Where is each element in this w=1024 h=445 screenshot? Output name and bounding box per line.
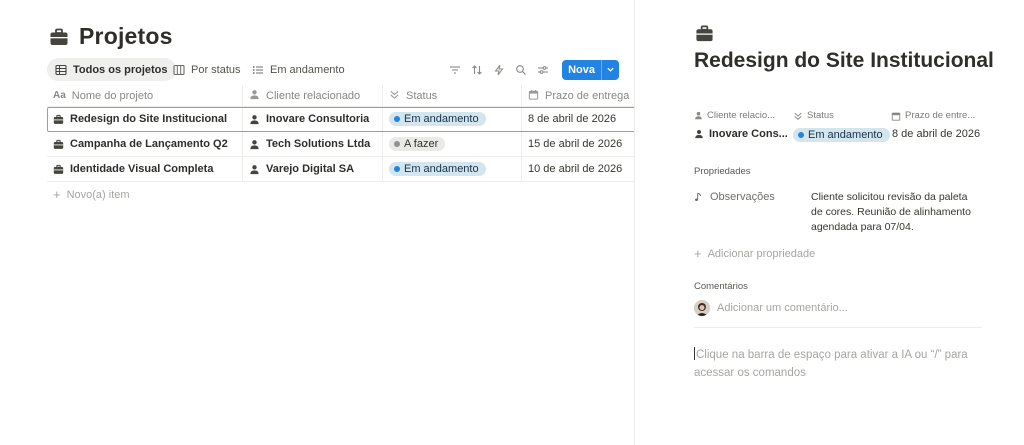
title-icon: Aa (53, 90, 66, 101)
sort-icon[interactable] (470, 63, 484, 77)
cell-status[interactable]: Em andamento (383, 107, 522, 131)
briefcase-icon (53, 114, 64, 124)
table-row[interactable]: Identidade Visual Completa Varejo Digita… (47, 157, 634, 182)
property-headers: Cliente relacio... Status Prazo de entre… (694, 110, 994, 124)
property-value-due[interactable]: 8 de abril de 2026 (892, 128, 980, 140)
comment-input[interactable]: Adicionar um comentário... (694, 300, 848, 316)
detail-panel: Redesign do Site Institucional Cliente r… (634, 0, 1024, 445)
cell-client[interactable]: Tech Solutions Ltda (243, 132, 383, 156)
tab-em-andamento[interactable]: Em andamento (244, 58, 353, 81)
observacoes-value[interactable]: Cliente solicitou revisão da paleta de c… (811, 190, 981, 235)
property-header-client[interactable]: Cliente relacio... (694, 110, 775, 121)
filter-icon[interactable] (448, 63, 462, 77)
cell-status[interactable]: Em andamento (383, 157, 522, 181)
divider (694, 327, 982, 328)
property-values: Inovare Cons... Em andamento 8 de abril … (694, 128, 994, 144)
column-header-client[interactable]: Cliente relacionado (243, 85, 383, 106)
plus-icon: + (53, 187, 61, 202)
property-value-client[interactable]: Inovare Cons... (694, 128, 788, 140)
page-header: Projetos (49, 23, 173, 50)
property-header-status[interactable]: Status (793, 110, 834, 121)
status-badge: Em andamento (389, 162, 486, 176)
tab-label: Em andamento (270, 63, 345, 76)
tab-por-status[interactable]: Por status (165, 58, 249, 81)
briefcase-icon (53, 139, 64, 149)
search-icon[interactable] (514, 63, 528, 77)
avatar (694, 300, 710, 316)
page-body-editor[interactable]: Clique na barra de espaço para ativar a … (694, 346, 984, 382)
add-property-button[interactable]: + Adicionar propriedade (694, 246, 815, 261)
page-title: Projetos (79, 23, 173, 49)
cell-client[interactable]: Inovare Consultoria (243, 107, 383, 131)
person-icon (695, 130, 703, 139)
automation-icon[interactable] (492, 63, 506, 77)
list-icon (252, 65, 263, 74)
property-observacoes[interactable]: Observações (694, 191, 775, 203)
person-icon (250, 164, 259, 174)
tab-todos-os-projetos[interactable]: Todos os projetos (47, 58, 176, 81)
status-badge: A fazer (389, 137, 446, 151)
comment-placeholder: Adicionar um comentário... (717, 302, 848, 314)
table-row[interactable]: Redesign do Site Institucional Inovare C… (47, 107, 634, 132)
ai-hint-text: Clique na barra de espaço para ativar a … (694, 349, 968, 379)
property-value-status[interactable]: Em andamento (793, 128, 890, 142)
person-icon (250, 114, 259, 124)
new-button[interactable]: Nova (562, 59, 619, 80)
cell-client[interactable]: Varejo Digital SA (243, 157, 383, 181)
new-item-button[interactable]: + Novo(a) item (47, 182, 634, 207)
briefcase-icon[interactable] (695, 24, 714, 43)
new-button-label: Nova (568, 63, 595, 76)
cell-name[interactable]: Identidade Visual Completa (47, 157, 243, 181)
cell-name[interactable]: Campanha de Lançamento Q2 (47, 132, 243, 156)
status-badge: Em andamento (389, 112, 486, 126)
board-icon (173, 64, 185, 75)
status-icon (389, 89, 400, 103)
person-icon (695, 111, 702, 120)
plus-icon: + (694, 246, 702, 261)
toolbar-actions: Nova (448, 58, 619, 81)
briefcase-icon (50, 28, 68, 45)
column-header-due[interactable]: Prazo de entrega (522, 85, 634, 106)
settings-icon[interactable] (536, 63, 550, 77)
properties-section-label: Propriedades (694, 166, 751, 177)
chevron-down-icon[interactable] (601, 59, 619, 80)
person-icon (250, 139, 259, 149)
music-note-icon (695, 192, 702, 201)
cell-due[interactable]: 8 de abril de 2026 (522, 107, 634, 131)
table-row[interactable]: Campanha de Lançamento Q2 Tech Solutions… (47, 132, 634, 157)
property-header-due[interactable]: Prazo de entre... (891, 110, 975, 121)
calendar-icon (528, 89, 539, 103)
person-icon (249, 89, 260, 103)
tab-label: Todos os projetos (73, 63, 168, 76)
cell-status[interactable]: A fazer (383, 132, 522, 156)
cell-due[interactable]: 10 de abril de 2026 (522, 157, 634, 181)
cell-due[interactable]: 15 de abril de 2026 (522, 132, 634, 156)
comments-section-label: Comentários (694, 281, 748, 292)
database-view: Projetos Todos os projetos Por status Em… (0, 0, 634, 445)
projects-table: Aa Nome do projeto Cliente relacionado S… (47, 84, 634, 207)
tab-label: Por status (191, 63, 241, 76)
detail-title[interactable]: Redesign do Site Institucional (694, 48, 994, 74)
briefcase-icon (53, 164, 64, 174)
column-header-status[interactable]: Status (383, 85, 522, 106)
status-icon (794, 112, 802, 120)
view-toolbar: Todos os projetos Por status Em andament… (47, 58, 619, 81)
table-icon (55, 64, 67, 75)
calendar-icon (891, 112, 901, 121)
text-cursor (694, 347, 695, 360)
status-badge: Em andamento (793, 128, 890, 142)
cell-name[interactable]: Redesign do Site Institucional (47, 107, 243, 131)
table-header: Aa Nome do projeto Cliente relacionado S… (47, 84, 634, 107)
column-header-name[interactable]: Aa Nome do projeto (47, 85, 243, 106)
